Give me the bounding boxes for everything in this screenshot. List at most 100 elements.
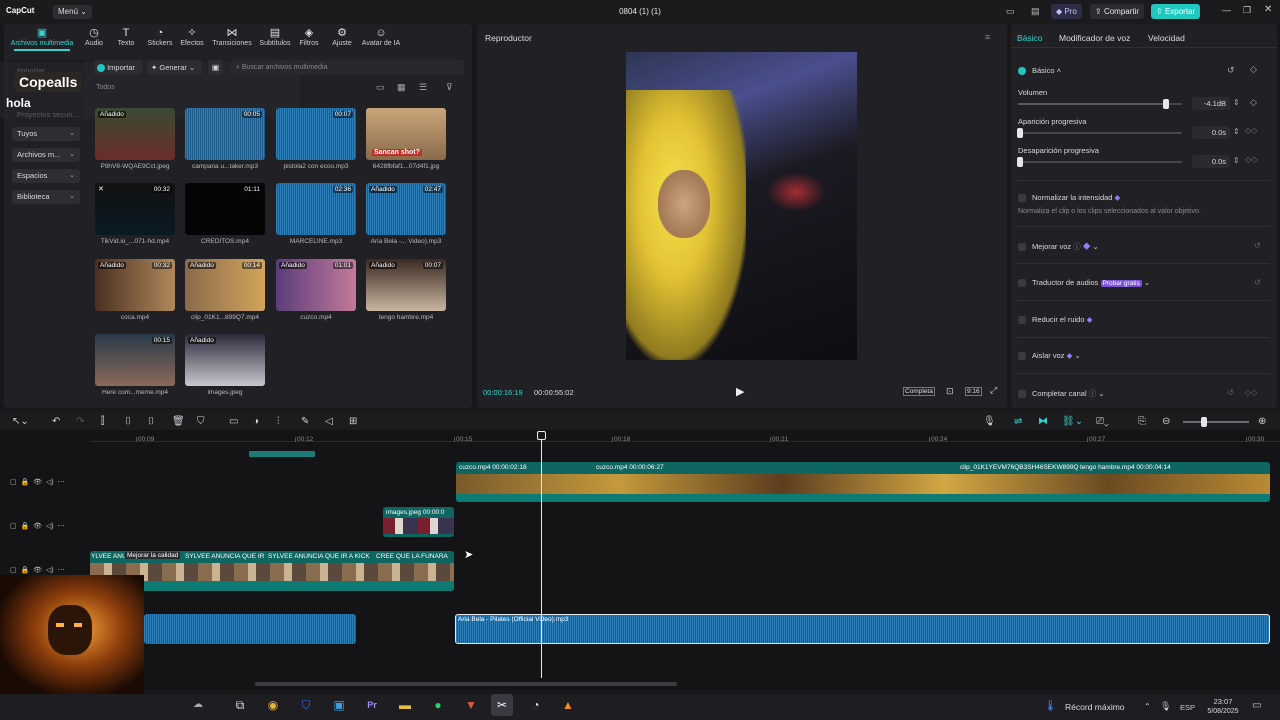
folder-icon[interactable]: ▭ — [376, 82, 385, 93]
volume-knob[interactable] — [1162, 99, 1169, 109]
toolbar-text[interactable]: T Texto — [113, 26, 139, 47]
complete-reset-icon[interactable]: ↺ — [1227, 388, 1234, 397]
sidebar-item-2[interactable]: Tuyos ⌄ — [12, 127, 80, 141]
adjust-clip-icon[interactable]: ⫶ — [277, 416, 280, 427]
file-explorer-icon[interactable]: ▬ — [394, 694, 416, 716]
toolbar-avatar[interactable]: ☺ Avatar de IA — [361, 26, 401, 47]
captions-icon[interactable]: ⎘ — [1138, 416, 1146, 427]
language-indicator[interactable]: ESP — [1180, 703, 1195, 712]
video-preview[interactable] — [626, 52, 857, 360]
toolbar-sticker[interactable]: ◔ Stickers — [146, 26, 174, 47]
tray-chevron-icon[interactable]: ⌃ — [1144, 702, 1151, 711]
record-icon[interactable]: ▣ — [208, 60, 223, 75]
media-item[interactable]: 00:32 ✕ TikVid.io_...071-hd.mp4 — [95, 183, 175, 245]
crop-icon[interactable]: ⊡ — [946, 386, 954, 397]
timeline-scrollbar[interactable] — [255, 682, 677, 686]
fade-in-value[interactable]: 0.0s — [1192, 126, 1230, 139]
media-item[interactable]: Sancan shot? 6428fbfaf1...07d4f1.jpg — [366, 108, 446, 170]
toolbar-effects[interactable]: ✧ Efectos — [178, 26, 206, 47]
maximize-icon[interactable]: ❐ — [1243, 5, 1251, 16]
playhead[interactable] — [541, 432, 542, 678]
toolbar-subtitles[interactable]: ▤ Subtítulos — [257, 26, 293, 47]
tab-voice-changer[interactable]: Modificador de voz — [1059, 33, 1130, 43]
zoom-slider[interactable] — [1183, 421, 1249, 423]
text-clip-2[interactable]: SYLVEE ANUNCIA QUE IR — [185, 553, 264, 560]
grid-icon[interactable]: ▦ — [397, 82, 406, 93]
media-item[interactable]: 01:11 CREDITOS.mp4 — [185, 183, 265, 245]
fade-in-knob[interactable] — [1017, 128, 1023, 138]
frame-icon[interactable]: ⊞ — [349, 416, 357, 427]
toolbar-media[interactable]: ▣ Archivos multimedia — [10, 26, 74, 47]
link-clips-icon[interactable]: ⛓⌄ — [1062, 416, 1083, 427]
color-icon[interactable]: ◑ — [253, 416, 259, 427]
export-button[interactable]: ⇧ Exportar — [1151, 4, 1201, 19]
fade-in-slider[interactable] — [1018, 132, 1182, 134]
layout-icon[interactable]: ▭ — [1006, 6, 1015, 17]
complete-keyframes-icon[interactable]: ◇◇ — [1245, 388, 1257, 397]
fade-out-stepper-icon[interactable]: ⇕ — [1233, 156, 1240, 165]
link-main-icon[interactable]: ⇌ — [1014, 416, 1022, 427]
pro-button[interactable]: ◆ Pro — [1051, 4, 1082, 19]
fit-button[interactable]: Completa — [903, 387, 935, 396]
text-clip-4[interactable]: CREE QUE LA FUNARA — [376, 553, 448, 560]
translator-reset-icon[interactable]: ↺ — [1254, 278, 1261, 287]
clip-tengo-hambre[interactable]: tengo hambre.mp4 00:00:04:14 — [1080, 464, 1171, 471]
sidebar-item-5[interactable]: Biblioteca ⌄ — [12, 190, 80, 204]
tray-mic-icon[interactable]: 🎙 — [1160, 701, 1171, 712]
media-item[interactable]: Añadido 00:07 tengo hambre.mp4 — [366, 259, 446, 321]
enhance-voice-toggle[interactable]: Mejorar voz ⓘ ◆ ⌄ — [1018, 241, 1099, 252]
audio-clip-left[interactable] — [144, 614, 356, 644]
obs-icon[interactable]: ◔ — [525, 694, 547, 716]
shortcut-icon[interactable]: ▤ — [1031, 6, 1040, 17]
split-left-icon[interactable]: ⌷ — [125, 416, 131, 427]
photos-icon[interactable]: ▣ — [328, 694, 350, 716]
tab-basic[interactable]: Básico — [1017, 33, 1043, 43]
sidebar-item-4[interactable]: Espacios ⌄ — [12, 169, 80, 183]
track-1-controls[interactable]: ▢ 🔒 👁 ◁) ⋯ — [10, 478, 65, 486]
fade-out-slider[interactable] — [1018, 161, 1182, 163]
toolbar-audio[interactable]: ◷ Audio — [81, 26, 107, 47]
media-item[interactable]: 00:05 campana u...taker.mp3 — [185, 108, 265, 170]
noise-reduction-toggle[interactable]: Reducir el ruido ◆ — [1018, 315, 1092, 325]
text-clip-3[interactable]: SYLVEE ANUNCIA QUE IR A KICK — [268, 553, 370, 560]
sort-icon[interactable]: ☰ — [419, 82, 427, 93]
media-item[interactable]: Añadido P9hV8-WQAE9Cct.jpeg — [95, 108, 175, 170]
magic-icon[interactable]: ✎ — [301, 416, 309, 427]
audio-split-icon[interactable]: ◁ — [325, 416, 333, 427]
keyframe-icon[interactable]: ◇ — [1250, 64, 1257, 75]
clip-clip01[interactable]: clip_01K1YEVM76QB3SH46SEKW899Q — [960, 464, 1079, 471]
enhance-reset-icon[interactable]: ↺ — [1254, 241, 1261, 250]
weather-label[interactable]: Récord máximo — [1065, 702, 1125, 712]
zoom-in-icon[interactable]: ⊕ — [1258, 416, 1266, 427]
select-tool-icon[interactable]: ↖⌄ — [12, 416, 29, 427]
media-item[interactable]: Añadido 02:47 Aria Bela -... Video).mp3 — [366, 183, 446, 245]
media-item[interactable]: Añadido 00:14 clip_01K1...899Q7.mp4 — [185, 259, 265, 321]
tab-speed[interactable]: Velocidad — [1148, 33, 1185, 43]
zoom-knob[interactable] — [1201, 417, 1207, 427]
play-icon[interactable]: ▶ — [736, 385, 744, 398]
spotify-icon[interactable]: ● — [427, 694, 449, 716]
media-item[interactable]: 00:15 Here com...meme.mp4 — [95, 334, 175, 396]
toolbar-transition[interactable]: ⋈ Transiciones — [212, 26, 252, 47]
volume-keyframe-icon[interactable]: ◇ — [1250, 97, 1257, 108]
sidebar-item-3[interactable]: Archivos m... ⌄ — [12, 148, 80, 162]
split-icon[interactable]: ⫿ — [101, 416, 104, 427]
vlc-icon[interactable]: ▲ — [557, 694, 579, 716]
clock-date[interactable]: 5/08/2025 — [1199, 708, 1247, 715]
media-item[interactable]: Añadido images.jpeg — [185, 334, 265, 396]
ratio-button[interactable]: 9:16 — [965, 387, 982, 396]
zoom-out-icon[interactable]: ⊖ — [1162, 416, 1170, 427]
toolbar-adjust[interactable]: ⚙ Ajuste — [329, 26, 355, 47]
brave-icon[interactable]: ▼ — [460, 694, 482, 716]
share-button[interactable]: ⇪ Compartir — [1090, 4, 1145, 19]
auto-snap-icon[interactable]: ⧓ — [1038, 416, 1048, 427]
fade-out-knob[interactable] — [1017, 157, 1023, 167]
notification-icon[interactable]: ▭ — [1252, 700, 1261, 711]
text-clip-1[interactable]: YLVEE ANU — [91, 553, 127, 560]
redo-icon[interactable]: ↷ — [76, 416, 84, 427]
fade-out-keyframes-icon[interactable]: ◇◇ — [1245, 155, 1257, 164]
close-icon[interactable]: ✕ — [98, 185, 104, 193]
toolbar-filter[interactable]: ◈ Filtros — [296, 26, 322, 47]
fade-in-keyframes-icon[interactable]: ◇◇ — [1245, 126, 1257, 135]
task-view-icon[interactable]: ⧉ — [229, 694, 251, 716]
